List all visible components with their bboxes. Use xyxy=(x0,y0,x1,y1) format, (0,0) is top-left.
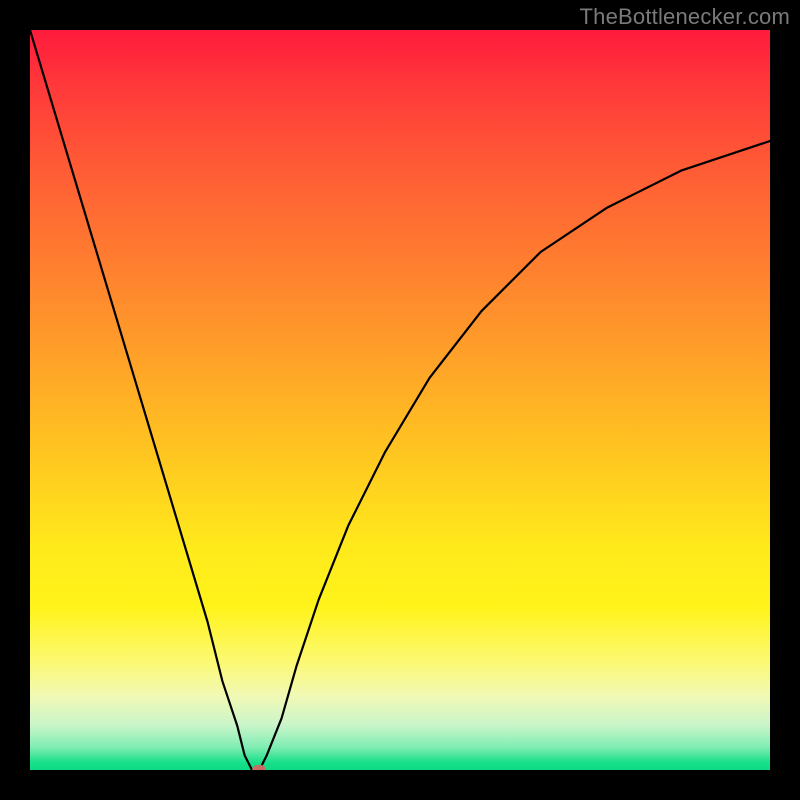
watermark-label: TheBottlenecker.com xyxy=(580,4,790,30)
optimal-point-marker xyxy=(252,765,266,770)
bottleneck-curve xyxy=(30,30,770,770)
plot-area xyxy=(30,30,770,770)
curve-svg xyxy=(30,30,770,770)
chart-frame: TheBottlenecker.com xyxy=(0,0,800,800)
